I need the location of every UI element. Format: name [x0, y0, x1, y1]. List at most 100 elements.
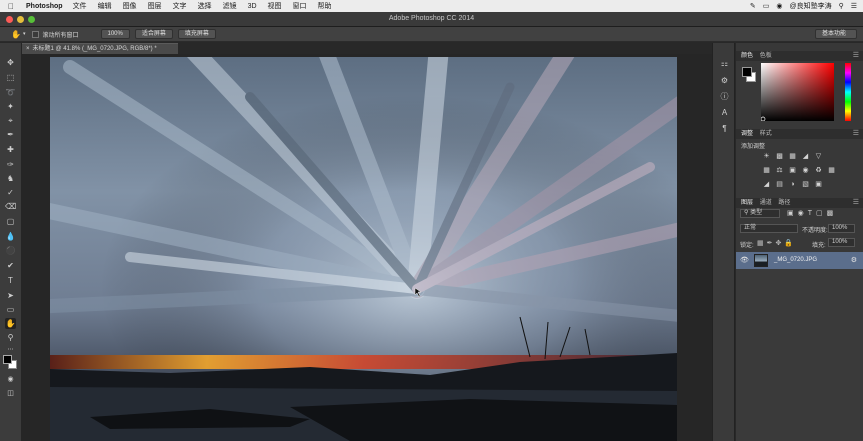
properties-panel-icon[interactable]: ⚙	[719, 75, 730, 86]
info-panel-icon[interactable]: ⓘ	[719, 91, 730, 102]
vibrance-icon[interactable]: ▽	[814, 152, 823, 161]
quick-selection-tool-icon[interactable]: ✦	[5, 101, 16, 112]
tab-styles[interactable]: 样式	[760, 131, 772, 137]
apple-icon[interactable]: 	[8, 2, 20, 11]
scroll-all-windows-checkbox[interactable]	[32, 30, 40, 38]
invert-icon[interactable]: ◢	[762, 180, 771, 189]
message-icon[interactable]: ✎	[750, 2, 756, 10]
character-panel-icon[interactable]: A	[719, 107, 730, 118]
move-tool-icon[interactable]: ✥	[5, 57, 16, 68]
exposure-icon[interactable]: ◢	[801, 152, 810, 161]
workspace-select[interactable]: 基本功能	[814, 29, 857, 39]
foreground-color-swatch[interactable]	[742, 67, 752, 77]
menu-edit[interactable]: 编辑	[98, 1, 112, 11]
color-lookup-icon[interactable]: ▦	[827, 166, 836, 175]
posterize-icon[interactable]: ▤	[775, 180, 784, 189]
brush-tool-icon[interactable]: ✑	[5, 159, 16, 170]
menu-view[interactable]: 视图	[268, 1, 282, 11]
battery-icon[interactable]: ▭	[763, 2, 770, 10]
layer-thumbnail[interactable]	[754, 254, 768, 267]
zoom-burst-photo	[50, 57, 677, 441]
quick-mask-icon[interactable]: ◉	[5, 374, 16, 385]
layer-filter-select[interactable]: ⚲ 类型	[740, 209, 780, 218]
selective-color-icon[interactable]: ▣	[814, 180, 823, 189]
user-name[interactable]: @良知塾李涛	[789, 1, 831, 11]
menu-window[interactable]: 窗口	[293, 1, 307, 11]
zoom-100-button[interactable]: 100%	[100, 29, 130, 39]
crop-tool-icon[interactable]: ⌖	[5, 115, 16, 126]
channel-mixer-icon[interactable]: ♻	[814, 166, 823, 175]
panel-menu-icon[interactable]: ☰	[853, 198, 859, 208]
menu-image[interactable]: 图像	[123, 1, 137, 11]
history-brush-tool-icon[interactable]: ✓	[5, 187, 16, 198]
screen-mode-icon[interactable]: ◫	[5, 388, 16, 399]
tools-panel: ✥ ⬚ ➰ ✦ ⌖ ✒ ✚ ✑ ♞ ✓ ⌫ ▢ 💧 ⚫ ✔ T ➤ ▭ ✋ ⚲ …	[0, 43, 22, 441]
gradient-map-icon[interactable]: ▧	[801, 180, 810, 189]
eye-icon[interactable]: 👁	[740, 256, 749, 264]
canvas-image[interactable]	[50, 57, 677, 441]
gradient-tool-icon[interactable]: ▢	[5, 216, 16, 227]
hand-tool-icon[interactable]: ✋	[11, 30, 21, 39]
eyedropper-tool-icon[interactable]: ✒	[5, 129, 16, 140]
hand-tool-icon[interactable]: ✋	[5, 318, 16, 329]
zoom-tool-icon[interactable]: ⚲	[5, 332, 16, 343]
menu-layer[interactable]: 图层	[148, 1, 162, 11]
menu-select[interactable]: 选择	[198, 1, 212, 11]
menu-app-name[interactable]: Photoshop	[26, 3, 63, 10]
close-tab-icon[interactable]: ×	[26, 46, 30, 52]
tab-channels[interactable]: 通道	[760, 200, 772, 206]
search-icon[interactable]: ⚲	[839, 2, 844, 10]
black-white-icon[interactable]: ▣	[788, 166, 797, 175]
panel-menu-icon[interactable]: ☰	[853, 129, 859, 139]
pen-tool-icon[interactable]: ✔	[5, 260, 16, 271]
layer-row[interactable]: 👁 _MG_0720.JPG ⚙	[736, 252, 863, 269]
hue-slider[interactable]	[845, 63, 851, 121]
rectangle-tool-icon[interactable]: ▭	[5, 304, 16, 315]
blur-tool-icon[interactable]: 💧	[5, 231, 16, 242]
document-tab[interactable]: × 未标题1 @ 41.8% (_MG_0720.JPG, RGB/8*) *	[22, 43, 178, 54]
color-field[interactable]	[760, 63, 834, 122]
panel-menu-icon[interactable]: ☰	[853, 51, 859, 61]
tab-layers[interactable]: 图层	[741, 200, 753, 206]
list-icon[interactable]: ☰	[851, 2, 857, 10]
history-panel-icon[interactable]: ⚏	[719, 58, 730, 69]
tab-swatches[interactable]: 色板	[760, 53, 772, 59]
blend-mode-select[interactable]: 正常	[740, 224, 798, 233]
foreground-color-swatch[interactable]	[3, 355, 12, 364]
layers-panel-header: 图层 通道 路径 ☰	[736, 198, 863, 208]
wifi-icon[interactable]: ◉	[776, 2, 782, 10]
chevron-down-icon[interactable]: ▾	[23, 31, 26, 37]
fill-input[interactable]: 100%	[828, 238, 855, 247]
marquee-tool-icon[interactable]: ⬚	[5, 72, 16, 83]
clone-stamp-tool-icon[interactable]: ♞	[5, 173, 16, 184]
menu-help[interactable]: 帮助	[318, 1, 332, 11]
type-tool-icon[interactable]: T	[5, 275, 16, 286]
menu-filter[interactable]: 滤镜	[223, 1, 237, 11]
menu-file[interactable]: 文件	[73, 1, 87, 11]
paragraph-panel-icon[interactable]: ¶	[719, 123, 730, 134]
curves-icon[interactable]: ▦	[788, 152, 797, 161]
color-balance-icon[interactable]: ⚖	[775, 166, 784, 175]
tab-paths[interactable]: 路径	[778, 200, 790, 206]
lock-icons[interactable]: ▦✒✥🔒	[757, 239, 796, 247]
brightness-contrast-icon[interactable]: ☀	[762, 152, 771, 161]
healing-brush-tool-icon[interactable]: ✚	[5, 144, 16, 155]
eraser-tool-icon[interactable]: ⌫	[5, 201, 16, 212]
tab-color[interactable]: 颜色	[741, 53, 753, 59]
hue-saturation-icon[interactable]: ▦	[762, 166, 771, 175]
menu-3d[interactable]: 3D	[248, 3, 257, 10]
layer-name[interactable]: _MG_0720.JPG	[774, 257, 817, 263]
lasso-tool-icon[interactable]: ➰	[5, 87, 16, 98]
opacity-input[interactable]: 100%	[828, 224, 855, 233]
dodge-tool-icon[interactable]: ⚫	[5, 245, 16, 256]
photo-filter-icon[interactable]: ◉	[801, 166, 810, 175]
levels-icon[interactable]: ▩	[775, 152, 784, 161]
fill-screen-button[interactable]: 填充屏幕	[177, 29, 216, 39]
path-selection-tool-icon[interactable]: ➤	[5, 290, 16, 301]
layer-filter-icons[interactable]: ▣◉T▢▩	[787, 209, 837, 217]
menu-type[interactable]: 文字	[173, 1, 187, 11]
threshold-icon[interactable]: ◑	[788, 180, 797, 189]
fit-screen-button[interactable]: 适合屏幕	[134, 29, 173, 39]
tab-adjustments[interactable]: 调整	[741, 131, 753, 137]
smart-filter-icon[interactable]: ⚙	[851, 256, 857, 264]
